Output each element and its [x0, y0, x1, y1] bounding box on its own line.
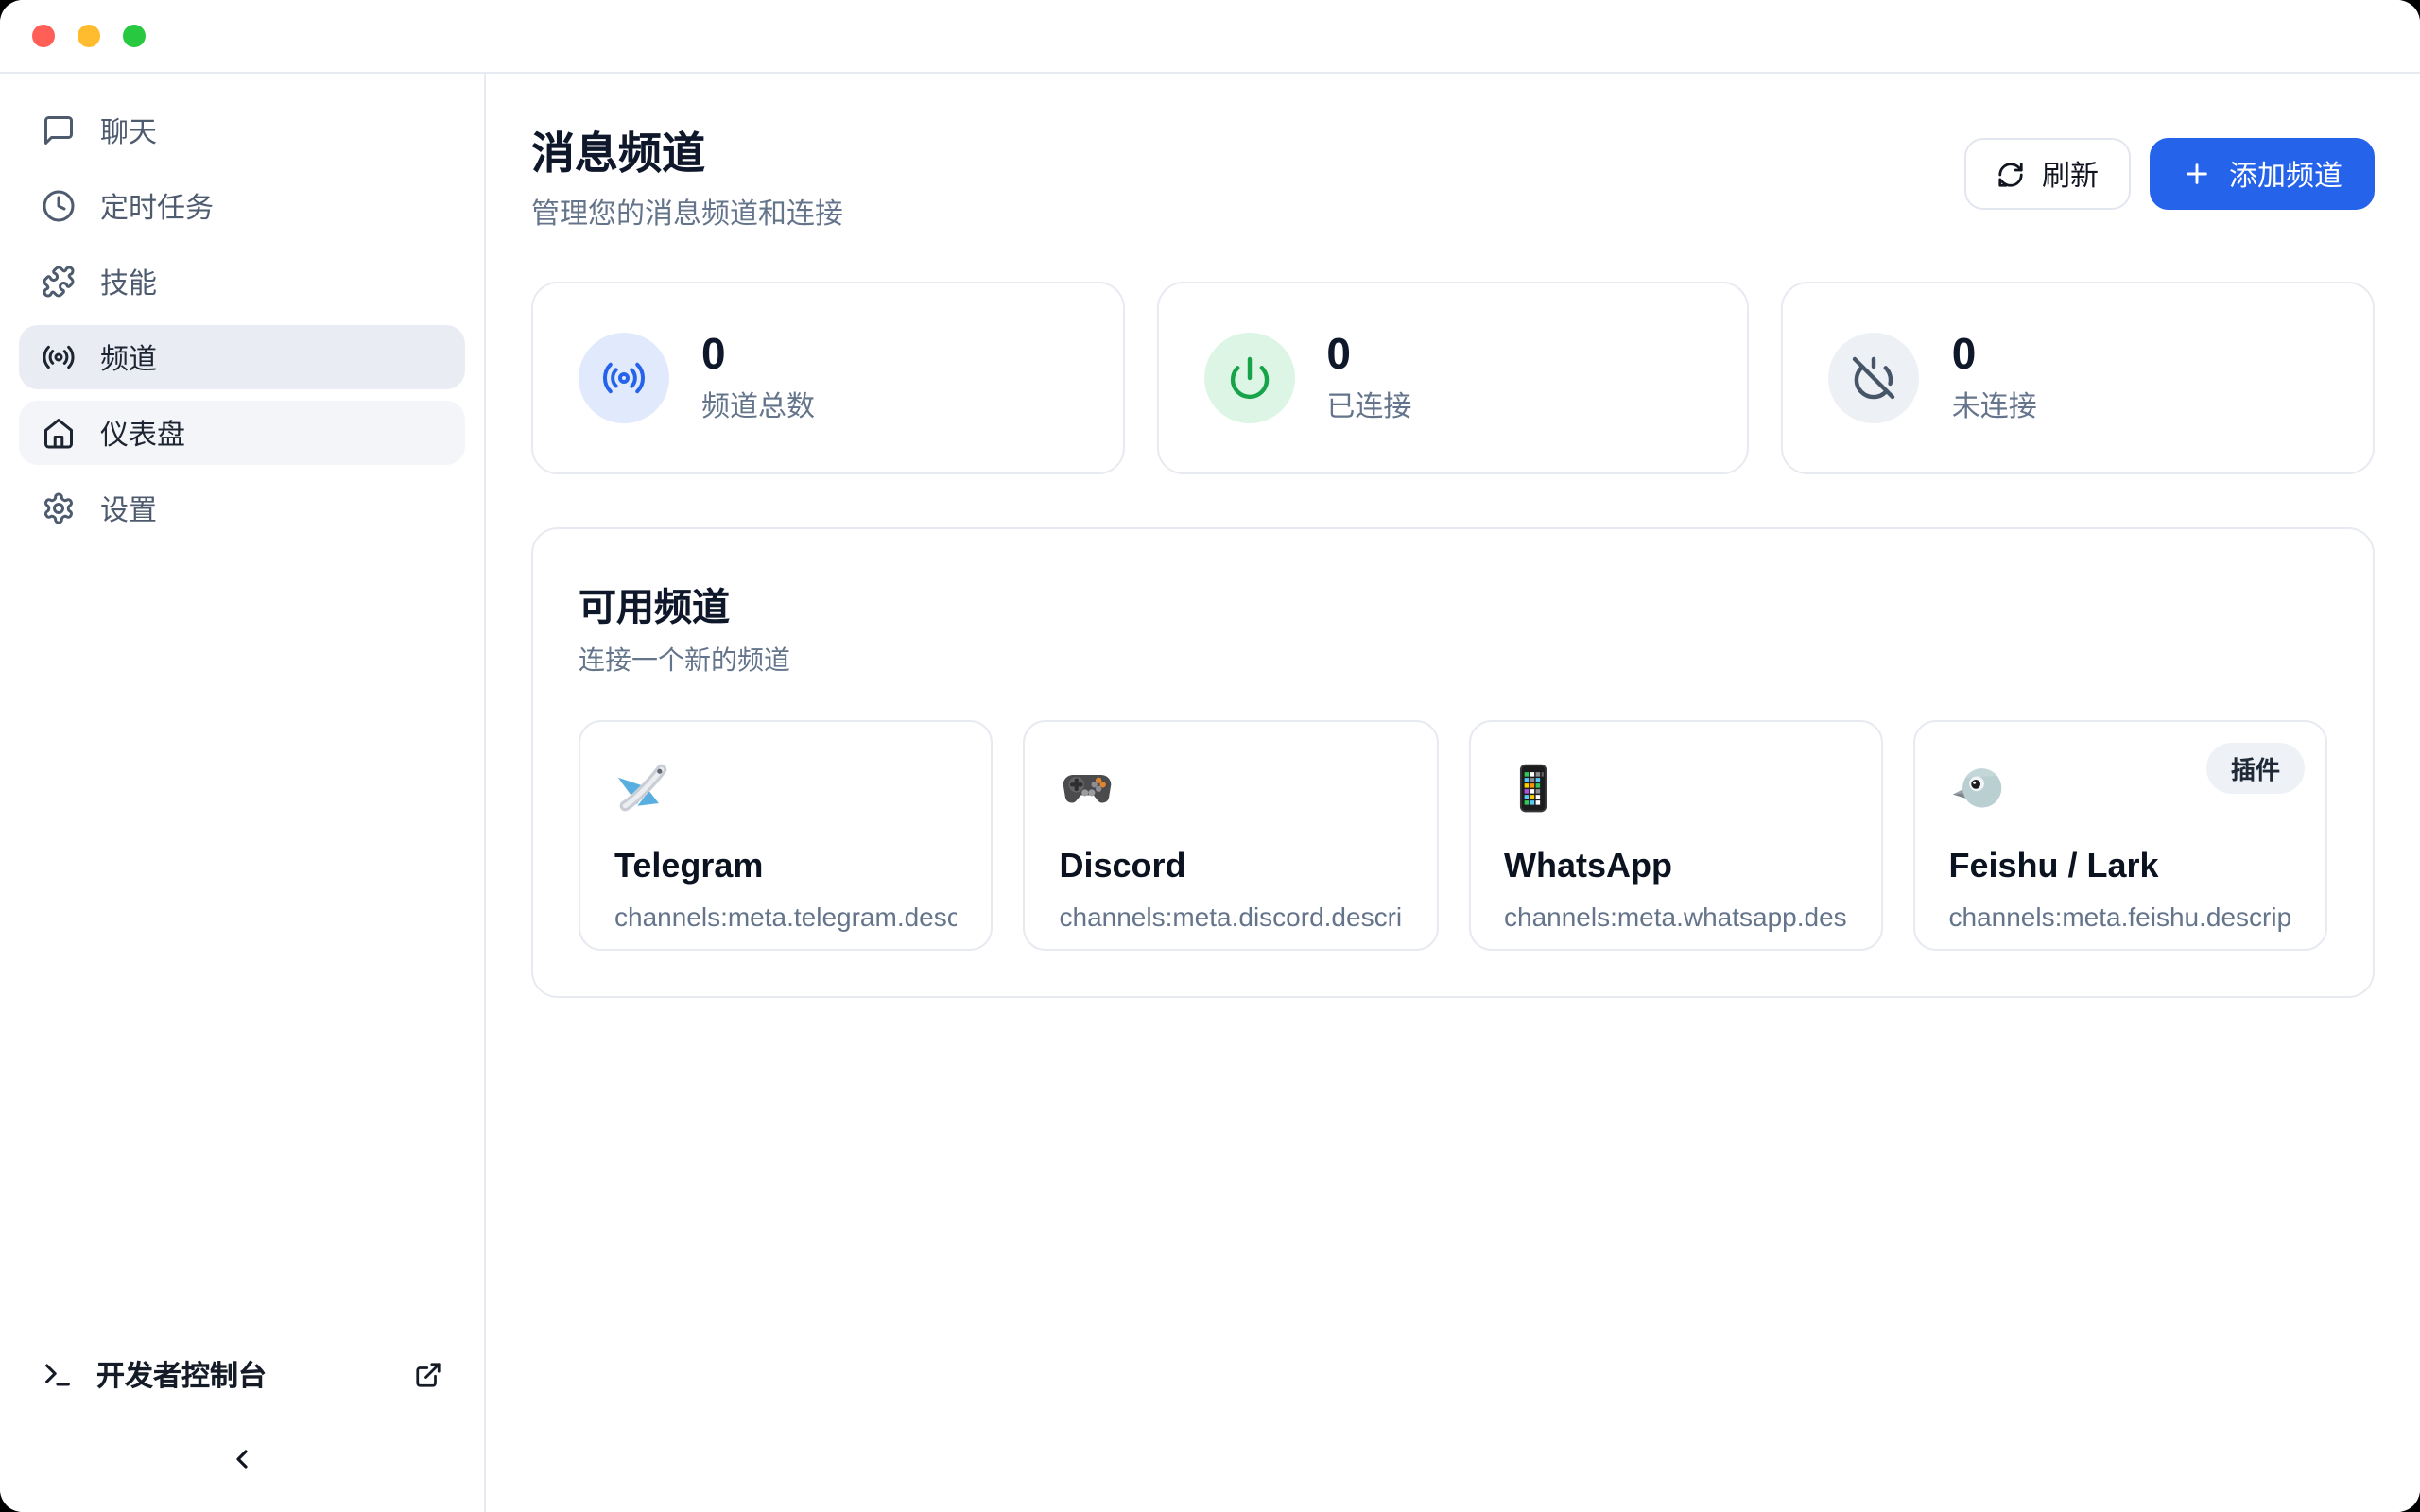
- sidebar-collapse-button[interactable]: [216, 1433, 268, 1486]
- stats-row: 0 频道总数 0 已连接: [531, 282, 2375, 475]
- sidebar-item-label: 设置: [100, 489, 157, 528]
- home-icon: [42, 416, 76, 450]
- stat-value: 0: [701, 331, 815, 379]
- add-channel-button[interactable]: 添加频道: [2150, 138, 2375, 210]
- stat-card-total-channels: 0 频道总数: [531, 282, 1124, 475]
- page-subtitle: 管理您的消息频道和连接: [531, 193, 843, 232]
- sidebar-item-label: 聊天: [100, 111, 157, 150]
- developer-console-link[interactable]: 开发者控制台: [42, 1346, 442, 1402]
- channel-grid: Telegram channels:meta.telegram.descript…: [579, 720, 2327, 951]
- app-window: 聊天 定时任务 技能: [0, 0, 2420, 1512]
- gamepad-emoji-icon: [1060, 758, 1403, 818]
- close-button[interactable]: [32, 25, 55, 47]
- airplane-emoji-icon: [614, 758, 958, 818]
- traffic-lights: [32, 25, 146, 47]
- message-square-icon: [42, 113, 76, 147]
- sidebar-item-dashboard[interactable]: 仪表盘: [19, 401, 465, 465]
- sidebar-footer: 开发者控制台: [0, 1346, 484, 1512]
- sidebar-nav: 聊天 定时任务 技能: [0, 74, 484, 552]
- channel-card-feishu[interactable]: 插件 Feishu / L: [1913, 720, 2328, 951]
- plugin-badge: 插件: [2206, 743, 2305, 794]
- panel-title: 可用频道: [579, 576, 2327, 631]
- channel-description: channels:meta.telegram.description: [614, 902, 958, 932]
- radio-icon: [42, 340, 76, 374]
- panel-subtitle: 连接一个新的频道: [579, 641, 2327, 679]
- refresh-button-label: 刷新: [2042, 154, 2099, 194]
- titlebar: [0, 0, 2420, 74]
- stat-value: 0: [1952, 331, 2037, 379]
- channel-name: Feishu / Lark: [1949, 847, 2292, 886]
- channel-card-telegram[interactable]: Telegram channels:meta.telegram.descript…: [579, 720, 994, 951]
- clock-icon: [42, 189, 76, 223]
- channel-description: channels:meta.whatsapp.description: [1504, 902, 1847, 932]
- sidebar-item-label: 频道: [100, 337, 157, 377]
- minimize-button[interactable]: [78, 25, 100, 47]
- power-icon: [1203, 333, 1294, 423]
- refresh-button[interactable]: 刷新: [1964, 138, 2131, 210]
- sidebar: 聊天 定时任务 技能: [0, 74, 486, 1512]
- stat-card-disconnected: 0 未连接: [1782, 282, 2375, 475]
- chevron-left-icon: [227, 1444, 257, 1474]
- power-off-icon: [1829, 333, 1920, 423]
- puzzle-icon: [42, 265, 76, 299]
- main-content: 消息频道 管理您的消息频道和连接 刷新 添加频道: [486, 74, 2420, 1512]
- stat-label: 已连接: [1326, 386, 1411, 425]
- sidebar-item-channels[interactable]: 频道: [19, 325, 465, 389]
- developer-console-label: 开发者控制台: [96, 1354, 391, 1394]
- stat-value: 0: [1326, 331, 1411, 379]
- sidebar-item-scheduled-tasks[interactable]: 定时任务: [19, 174, 465, 238]
- stat-label: 频道总数: [701, 386, 815, 425]
- zoom-button[interactable]: [123, 25, 146, 47]
- external-link-icon[interactable]: [414, 1360, 442, 1388]
- page-header: 消息频道 管理您的消息频道和连接 刷新 添加频道: [531, 127, 2375, 232]
- channel-card-discord[interactable]: Discord channels:meta.discord.descriptio…: [1024, 720, 1439, 951]
- channel-card-whatsapp[interactable]: WhatsApp channels:meta.whatsapp.descript…: [1468, 720, 1883, 951]
- available-channels-panel: 可用频道 连接一个新的频道: [531, 527, 2375, 998]
- channel-description: channels:meta.discord.description: [1060, 902, 1403, 932]
- sidebar-item-label: 技能: [100, 262, 157, 301]
- terminal-icon: [42, 1358, 74, 1390]
- channel-description: channels:meta.feishu.description: [1949, 902, 2292, 932]
- channel-name: Telegram: [614, 847, 958, 886]
- sidebar-item-chat[interactable]: 聊天: [19, 98, 465, 163]
- add-channel-button-label: 添加频道: [2229, 154, 2342, 194]
- channel-name: Discord: [1060, 847, 1403, 886]
- page-title: 消息频道: [531, 127, 843, 181]
- radio-icon: [579, 333, 669, 423]
- gear-icon: [42, 491, 76, 525]
- phone-emoji-icon: [1504, 758, 1847, 818]
- plus-icon: [2182, 159, 2212, 189]
- sidebar-item-label: 仪表盘: [100, 413, 185, 453]
- stat-label: 未连接: [1952, 386, 2037, 425]
- sidebar-item-label: 定时任务: [100, 186, 214, 226]
- sidebar-item-skills[interactable]: 技能: [19, 249, 465, 314]
- channel-name: WhatsApp: [1504, 847, 1847, 886]
- refresh-icon: [1996, 160, 2025, 188]
- sidebar-item-settings[interactable]: 设置: [19, 476, 465, 541]
- stat-card-connected: 0 已连接: [1156, 282, 1749, 475]
